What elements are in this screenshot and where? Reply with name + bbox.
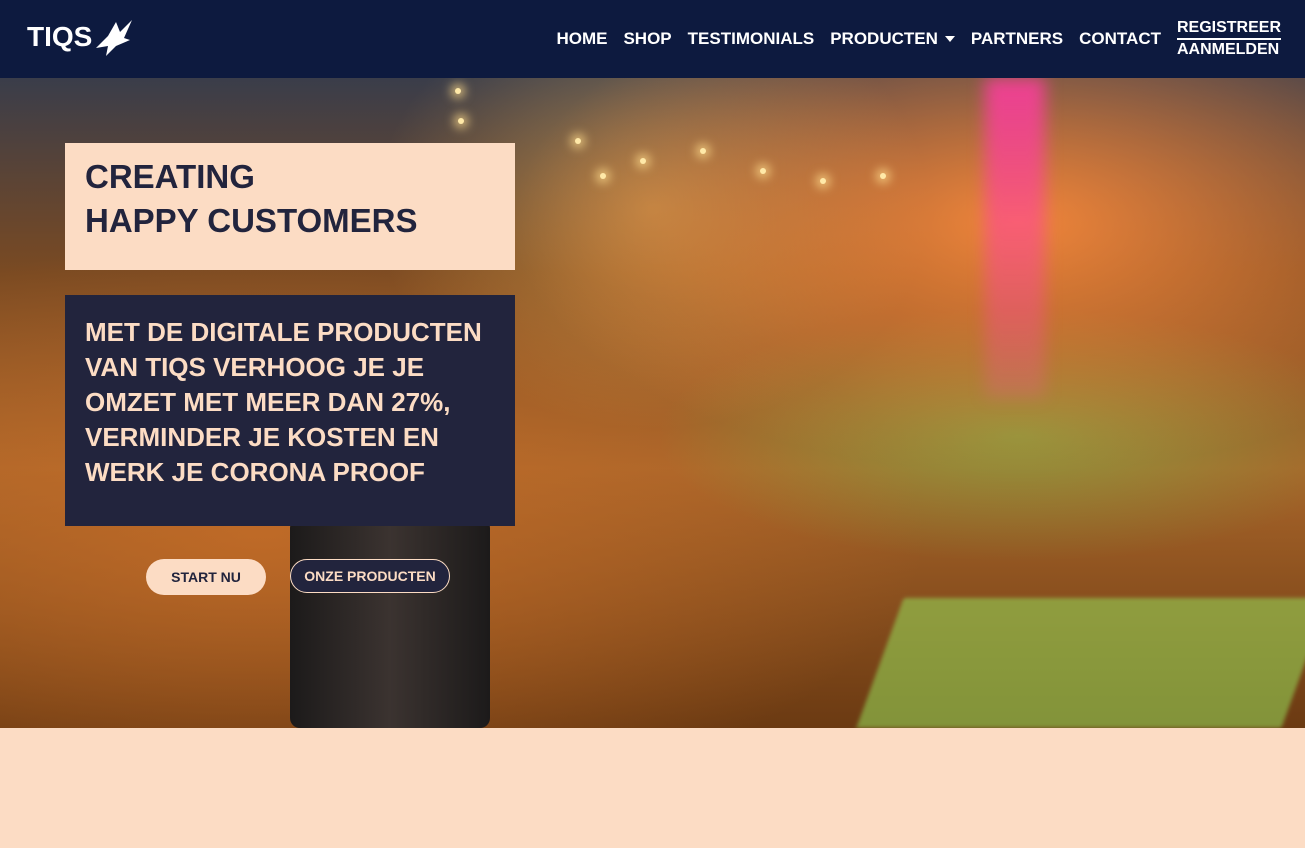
headline-box: CREATING HAPPY CUSTOMERS <box>65 143 515 270</box>
main-nav: HOME SHOP TESTIMONIALS PRODUCTEN PARTNER… <box>540 0 1281 78</box>
headline-line-2: HAPPY CUSTOMERS <box>85 202 418 239</box>
nav-producten-label: PRODUCTEN <box>830 29 938 48</box>
barrel-shape <box>290 518 490 728</box>
string-light <box>640 158 646 164</box>
start-now-button[interactable]: START NU <box>146 559 266 595</box>
brand-logo[interactable]: TIQS <box>27 18 134 56</box>
nav-producten-dropdown[interactable]: PRODUCTEN <box>830 29 955 49</box>
string-light <box>600 173 606 179</box>
login-link[interactable]: AANMELDEN <box>1177 40 1281 60</box>
navbar: TIQS HOME SHOP TESTIMONIALS PRODUCTEN PA… <box>0 0 1305 78</box>
brand-name: TIQS <box>27 21 93 52</box>
nav-partners[interactable]: PARTNERS <box>971 29 1063 49</box>
string-light <box>575 138 581 144</box>
headline-line-1: CREATING <box>85 158 255 195</box>
string-light <box>458 118 464 124</box>
nav-shop[interactable]: SHOP <box>623 29 671 49</box>
hero-subtext: MET DE DIGITALE PRODUCTEN VAN TIQS VERHO… <box>85 317 482 487</box>
string-light <box>880 173 886 179</box>
subtext-box: MET DE DIGITALE PRODUCTEN VAN TIQS VERHO… <box>65 295 515 526</box>
nav-home[interactable]: HOME <box>556 29 607 49</box>
pink-light-glow <box>985 78 1045 398</box>
nav-contact[interactable]: CONTACT <box>1079 29 1161 49</box>
bottom-section <box>0 728 1305 848</box>
string-light <box>455 88 461 94</box>
string-light <box>760 168 766 174</box>
our-products-button[interactable]: ONZE PRODUCTEN <box>290 559 450 593</box>
register-link[interactable]: REGISTREER <box>1176 18 1281 40</box>
auth-links: REGISTREER AANMELDEN <box>1176 18 1281 60</box>
bird-icon <box>96 20 133 56</box>
nav-testimonials[interactable]: TESTIMONIALS <box>688 29 815 49</box>
caret-down-icon <box>944 36 955 42</box>
green-table-shape <box>856 598 1305 728</box>
string-light <box>820 178 826 184</box>
string-light <box>700 148 706 154</box>
